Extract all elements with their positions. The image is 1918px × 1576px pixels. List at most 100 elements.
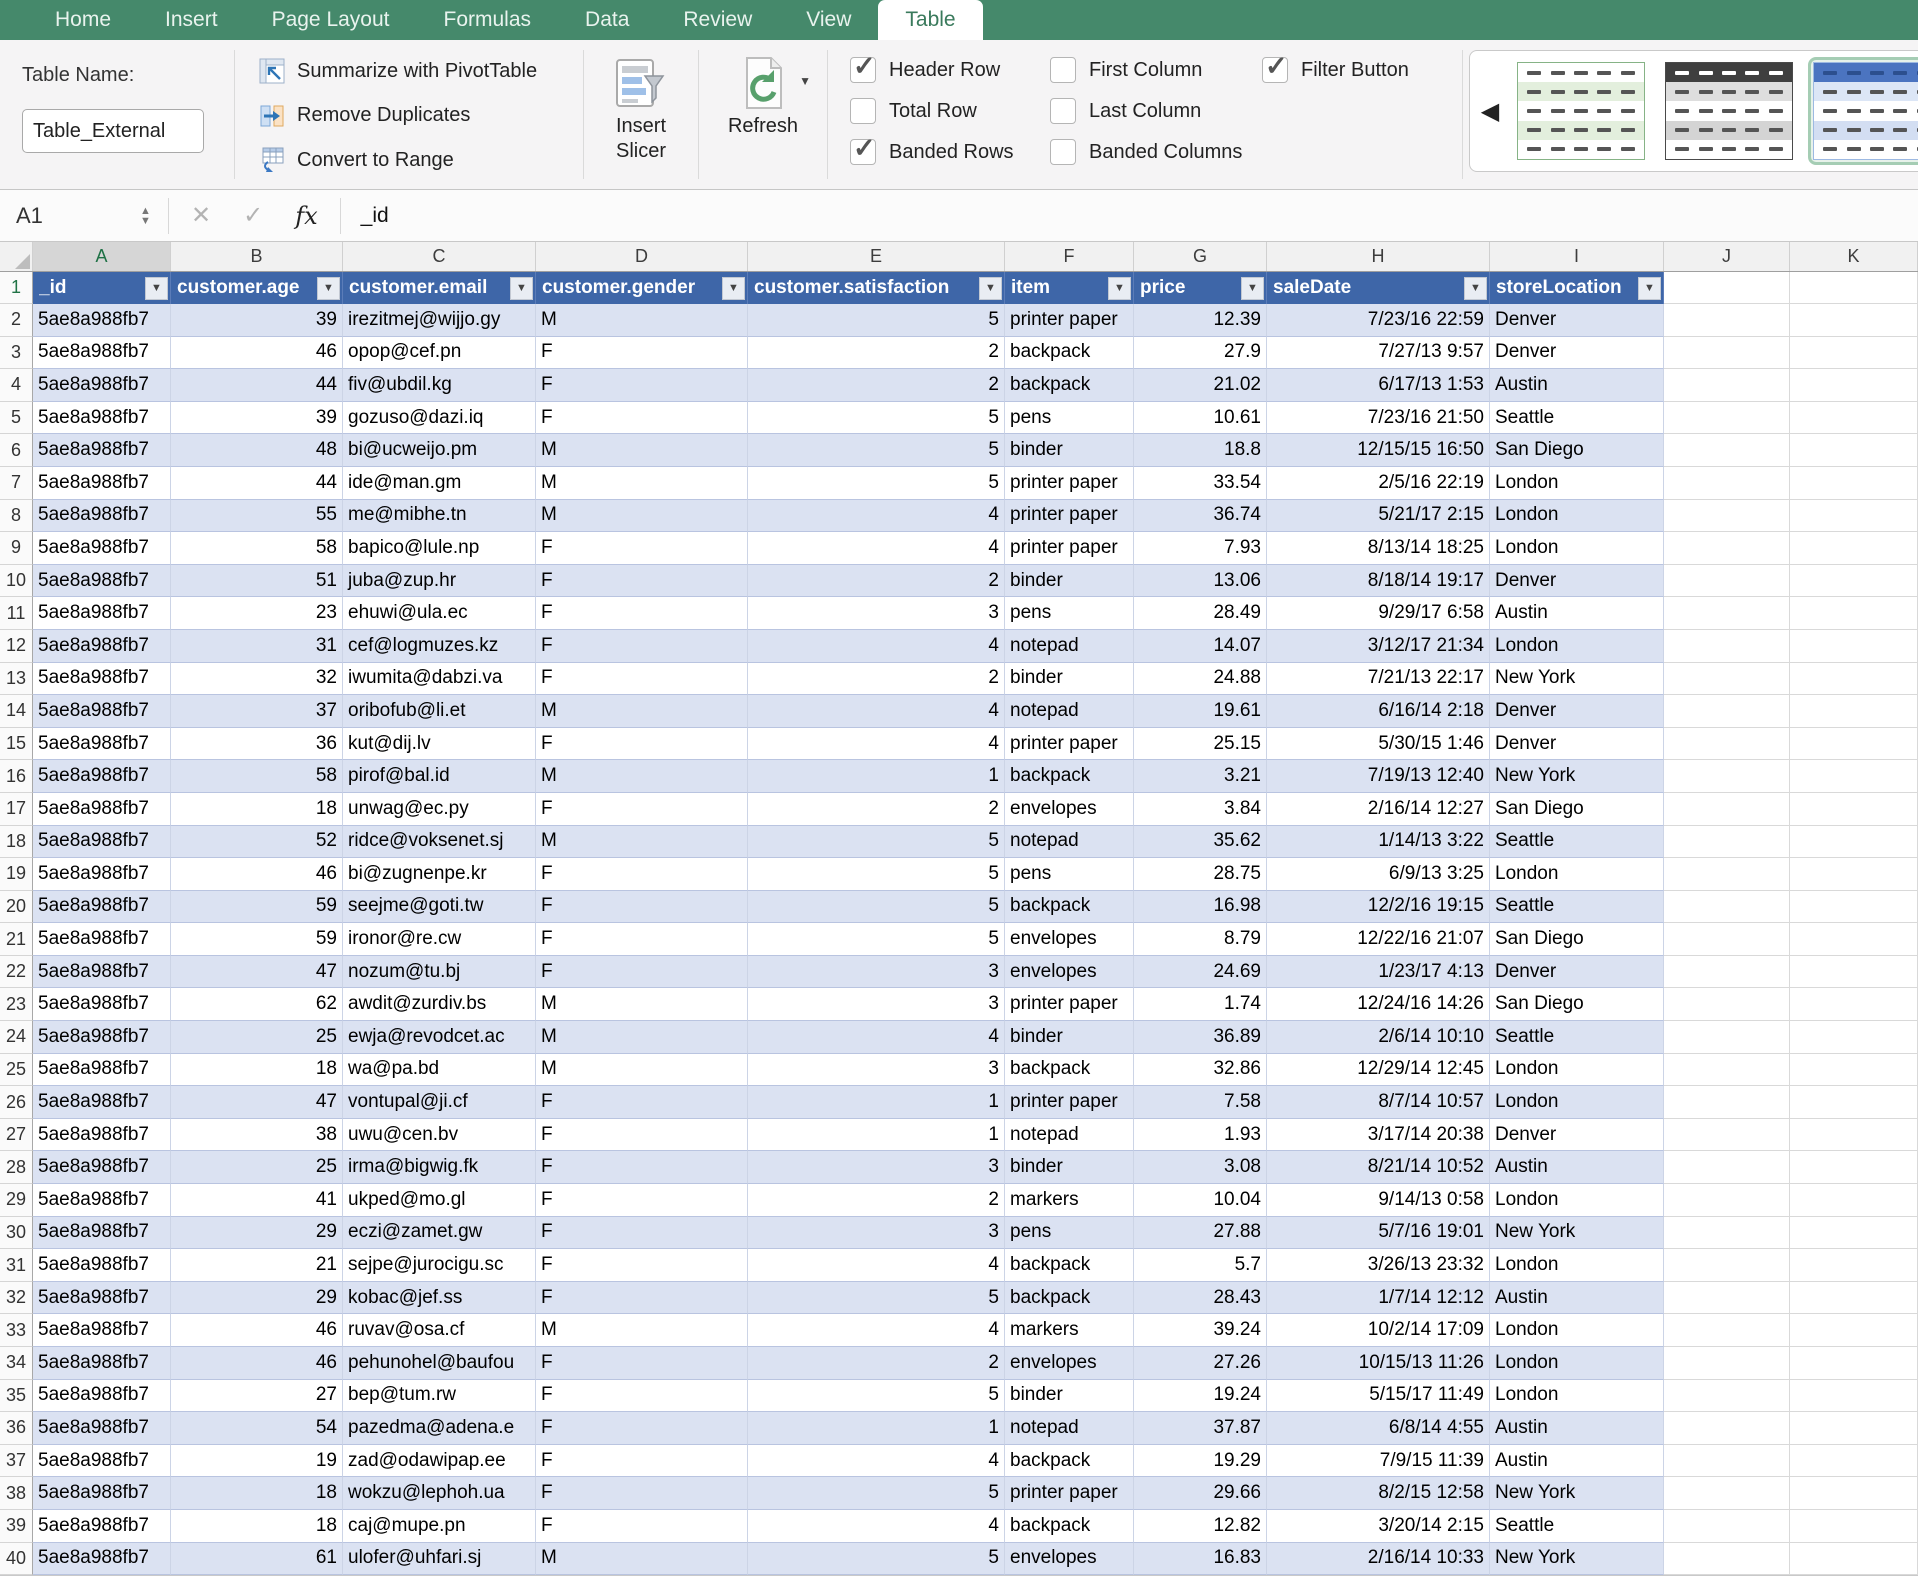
cell-item[interactable]: pens — [1005, 597, 1134, 630]
cell-item[interactable]: backpack — [1005, 760, 1134, 793]
cell-customer-gender[interactable]: F — [536, 630, 748, 663]
select-all-corner[interactable] — [0, 242, 33, 271]
cell-id[interactable]: 5ae8a988fb7 — [33, 1380, 171, 1413]
row-number-12[interactable]: 12 — [0, 630, 33, 663]
filter-dropdown-icon[interactable]: ▼ — [722, 277, 745, 300]
cell-customer-satisfaction[interactable]: 4 — [748, 1445, 1005, 1478]
table-header-customer-satisfaction[interactable]: customer.satisfaction▼ — [748, 272, 1005, 304]
cell-storelocation[interactable]: Seattle — [1490, 1510, 1664, 1543]
cell-storelocation[interactable]: London — [1490, 1347, 1664, 1380]
row-number-24[interactable]: 24 — [0, 1021, 33, 1054]
cell-customer-gender[interactable]: F — [536, 891, 748, 924]
empty-cell[interactable] — [1790, 369, 1918, 402]
cell-customer-satisfaction[interactable]: 4 — [748, 695, 1005, 728]
filter-dropdown-icon[interactable]: ▼ — [1464, 277, 1487, 300]
row-number-18[interactable]: 18 — [0, 826, 33, 859]
empty-cell[interactable] — [1664, 1477, 1790, 1510]
column-header-i[interactable]: I — [1490, 242, 1664, 271]
cell-customer-gender[interactable]: F — [536, 1347, 748, 1380]
empty-cell[interactable] — [1664, 532, 1790, 565]
cell-id[interactable]: 5ae8a988fb7 — [33, 923, 171, 956]
enter-icon[interactable]: ✓ — [227, 201, 279, 230]
cell-storelocation[interactable]: London — [1490, 1249, 1664, 1282]
cell-price[interactable]: 16.98 — [1134, 891, 1267, 924]
cell-customer-age[interactable]: 18 — [171, 1054, 343, 1087]
tab-table[interactable]: Table — [878, 0, 982, 40]
cell-customer-satisfaction[interactable]: 1 — [748, 1412, 1005, 1445]
empty-cell[interactable] — [1664, 695, 1790, 728]
cell-item[interactable]: printer paper — [1005, 304, 1134, 337]
cell-item[interactable]: printer paper — [1005, 500, 1134, 533]
empty-cell[interactable] — [1664, 467, 1790, 500]
cell-customer-email[interactable]: ehuwi@ula.ec — [343, 597, 536, 630]
checkbox-banded-columns[interactable]: Banded Columns — [1050, 138, 1262, 166]
row-number-6[interactable]: 6 — [0, 434, 33, 467]
checkbox-box-total-row[interactable] — [850, 98, 876, 124]
table-header-storelocation[interactable]: storeLocation▼ — [1490, 272, 1664, 304]
row-number-1[interactable]: 1 — [0, 272, 33, 304]
column-header-k[interactable]: K — [1790, 242, 1918, 271]
cell-customer-satisfaction[interactable]: 3 — [748, 1054, 1005, 1087]
refresh-dropdown-arrow[interactable]: ▼ — [799, 74, 811, 88]
cell-customer-age[interactable]: 25 — [171, 1021, 343, 1054]
cell-customer-email[interactable]: vontupal@ji.cf — [343, 1086, 536, 1119]
empty-cell[interactable] — [1790, 663, 1918, 696]
row-number-21[interactable]: 21 — [0, 923, 33, 956]
row-number-3[interactable]: 3 — [0, 337, 33, 370]
cell-storelocation[interactable]: Denver — [1490, 337, 1664, 370]
empty-cell[interactable] — [1790, 1119, 1918, 1152]
cell-customer-gender[interactable]: F — [536, 1086, 748, 1119]
cell-item[interactable]: printer paper — [1005, 467, 1134, 500]
cell-saledate[interactable]: 12/2/16 19:15 — [1267, 891, 1490, 924]
empty-cell[interactable] — [1790, 337, 1918, 370]
checkbox-box-banded-columns[interactable] — [1050, 139, 1076, 165]
cell-customer-satisfaction[interactable]: 2 — [748, 663, 1005, 696]
table-header-id[interactable]: _id▼ — [33, 272, 171, 304]
empty-cell[interactable] — [1790, 272, 1918, 304]
cell-customer-gender[interactable]: M — [536, 760, 748, 793]
cell-id[interactable]: 5ae8a988fb7 — [33, 695, 171, 728]
cell-price[interactable]: 7.93 — [1134, 532, 1267, 565]
table-style-dark[interactable] — [1660, 57, 1798, 165]
cell-customer-age[interactable]: 54 — [171, 1412, 343, 1445]
cell-customer-gender[interactable]: M — [536, 695, 748, 728]
cell-customer-satisfaction[interactable]: 4 — [748, 500, 1005, 533]
cell-customer-satisfaction[interactable]: 5 — [748, 826, 1005, 859]
empty-cell[interactable] — [1790, 956, 1918, 989]
empty-cell[interactable] — [1790, 500, 1918, 533]
empty-cell[interactable] — [1790, 630, 1918, 663]
insert-function-icon[interactable]: fx — [279, 202, 333, 230]
row-number-10[interactable]: 10 — [0, 565, 33, 598]
empty-cell[interactable] — [1664, 826, 1790, 859]
cell-customer-age[interactable]: 51 — [171, 565, 343, 598]
cell-item[interactable]: pens — [1005, 402, 1134, 435]
name-box[interactable]: A1 — [0, 203, 140, 229]
table-header-customer-email[interactable]: customer.email▼ — [343, 272, 536, 304]
cell-customer-age[interactable]: 44 — [171, 467, 343, 500]
cell-id[interactable]: 5ae8a988fb7 — [33, 434, 171, 467]
cell-id[interactable]: 5ae8a988fb7 — [33, 1086, 171, 1119]
cell-saledate[interactable]: 12/22/16 21:07 — [1267, 923, 1490, 956]
cell-customer-age[interactable]: 25 — [171, 1151, 343, 1184]
cell-customer-email[interactable]: eczi@zamet.gw — [343, 1217, 536, 1250]
cell-customer-satisfaction[interactable]: 5 — [748, 1380, 1005, 1413]
cell-storelocation[interactable]: London — [1490, 858, 1664, 891]
cell-customer-email[interactable]: bep@tum.rw — [343, 1380, 536, 1413]
cell-storelocation[interactable]: Denver — [1490, 728, 1664, 761]
cell-price[interactable]: 3.08 — [1134, 1151, 1267, 1184]
cell-customer-gender[interactable]: F — [536, 1412, 748, 1445]
table-style-light-green[interactable] — [1512, 57, 1650, 165]
cell-customer-gender[interactable]: F — [536, 858, 748, 891]
filter-dropdown-icon[interactable]: ▼ — [1638, 277, 1661, 300]
empty-cell[interactable] — [1790, 1347, 1918, 1380]
cell-customer-email[interactable]: me@mibhe.tn — [343, 500, 536, 533]
empty-cell[interactable] — [1664, 858, 1790, 891]
empty-cell[interactable] — [1790, 1510, 1918, 1543]
cell-customer-gender[interactable]: F — [536, 793, 748, 826]
empty-cell[interactable] — [1790, 1021, 1918, 1054]
checkbox-filter-button[interactable]: Filter Button — [1262, 56, 1462, 84]
empty-cell[interactable] — [1664, 630, 1790, 663]
cell-id[interactable]: 5ae8a988fb7 — [33, 1249, 171, 1282]
cell-customer-satisfaction[interactable]: 2 — [748, 369, 1005, 402]
cell-item[interactable]: notepad — [1005, 1119, 1134, 1152]
